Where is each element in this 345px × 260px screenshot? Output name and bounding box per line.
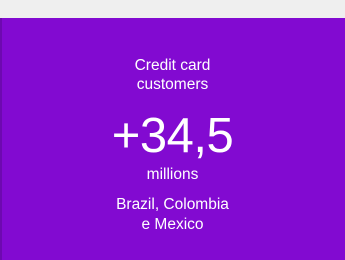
stat-region-line-1: Brazil, Colombia — [116, 196, 229, 213]
stat-label: Credit card customers — [0, 56, 345, 94]
stat-region: Brazil, Colombia e Mexico — [0, 195, 345, 235]
page-background-strip — [0, 0, 345, 18]
credit-card-customers-stat-card: Credit card customers +34,5 millions Bra… — [0, 18, 345, 260]
stat-region-line-2: e Mexico — [141, 216, 204, 233]
stat-unit: millions — [146, 166, 199, 183]
stat-label-line-1: Credit card — [134, 57, 211, 74]
stat-label-line-2: customers — [136, 76, 209, 93]
stat-value: +34,5 — [111, 109, 234, 163]
